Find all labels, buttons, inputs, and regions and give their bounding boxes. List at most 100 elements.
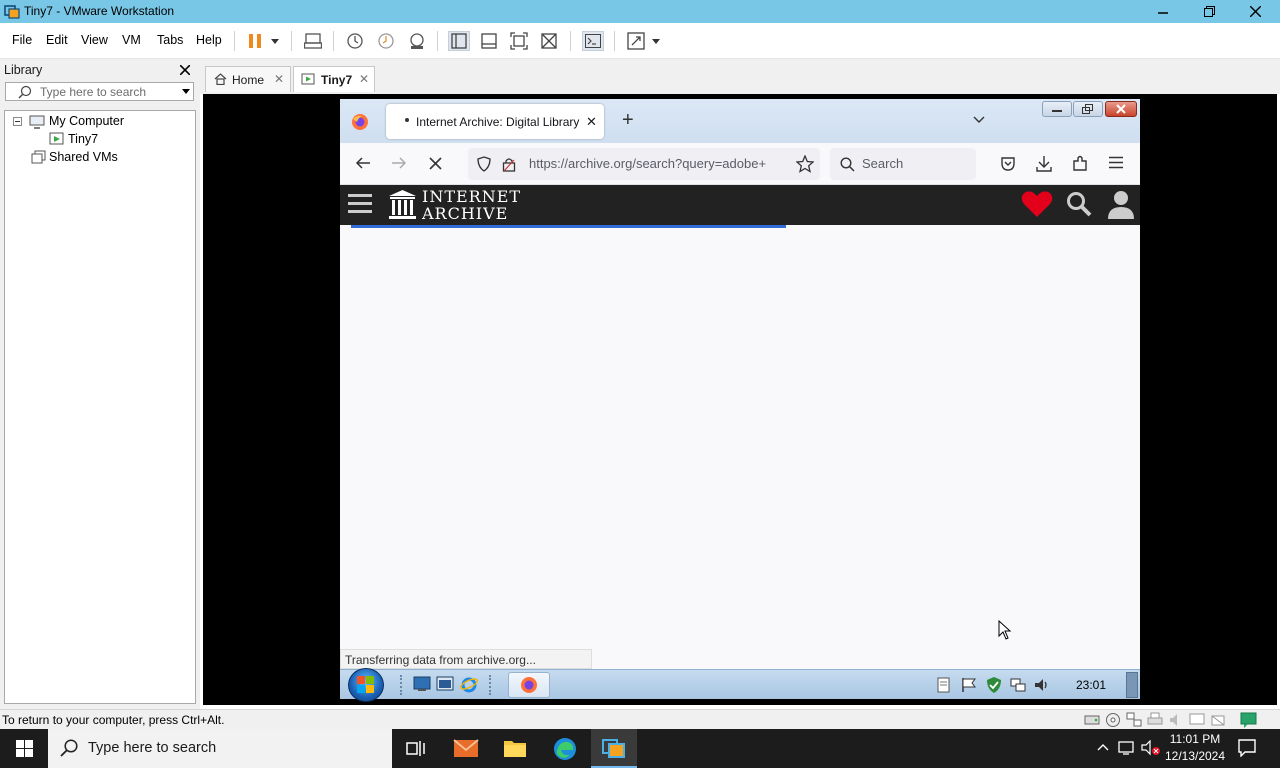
network-adapter-icon[interactable] (1126, 712, 1142, 728)
show-hidden-icons-chevron-icon[interactable] (1097, 743, 1109, 751)
power-dropdown[interactable] (266, 31, 284, 51)
quicklaunch-grip[interactable] (400, 675, 404, 695)
guest-close-button[interactable] (1105, 101, 1137, 117)
full-screen-button[interactable] (508, 31, 530, 51)
printer-icon[interactable] (1147, 712, 1163, 728)
volume-muted-icon[interactable] (1141, 740, 1161, 756)
window-title: Tiny7 - VMware Workstation (24, 4, 175, 18)
mail-app-icon[interactable] (453, 737, 479, 759)
browser-tab-active[interactable]: Internet Archive: Digital Library ✕ (386, 104, 604, 139)
donate-heart-icon[interactable] (1021, 190, 1053, 218)
close-button[interactable] (1232, 0, 1278, 23)
list-all-tabs-icon[interactable] (973, 116, 985, 124)
lock-icon[interactable] (502, 156, 516, 172)
stop-loading-icon[interactable] (429, 157, 442, 170)
pause-button[interactable] (244, 31, 266, 51)
snapshot-manager-icon (410, 33, 424, 49)
collapse-icon[interactable] (13, 117, 22, 126)
tree-item-shared-vms[interactable]: Shared VMs (49, 150, 118, 164)
menu-edit[interactable]: Edit (46, 33, 68, 47)
task-view-icon[interactable] (406, 739, 426, 758)
show-desktop-icon[interactable] (413, 676, 431, 692)
forward-arrow-icon[interactable] (391, 156, 407, 170)
taskbar-firefox-button[interactable] (508, 672, 550, 698)
start-button[interactable] (0, 729, 48, 768)
snapshot-manager-button[interactable] (406, 31, 428, 51)
menu-tabs[interactable]: Tabs (157, 33, 183, 47)
tab-tiny7[interactable]: Tiny7 ✕ (293, 66, 375, 92)
sound-card-icon[interactable] (1168, 712, 1184, 728)
menu-file[interactable]: File (12, 33, 32, 47)
revert-snapshot-button[interactable] (375, 31, 397, 51)
message-log-icon[interactable] (1240, 712, 1258, 728)
back-arrow-icon[interactable] (355, 156, 371, 170)
restore-icon (1203, 6, 1215, 17)
menu-help[interactable]: Help (196, 33, 222, 47)
thumbnail-bar-button[interactable] (478, 31, 500, 51)
minimize-button[interactable] (1140, 0, 1186, 23)
new-tab-icon[interactable]: + (622, 109, 634, 132)
hamburger-menu-icon[interactable] (1109, 156, 1123, 169)
menu-vm[interactable]: VM (122, 33, 141, 47)
tracking-protection-shield-icon[interactable] (477, 156, 491, 172)
tab-close-icon[interactable]: ✕ (586, 114, 597, 130)
host-clock[interactable]: 11:01 PM 12/13/2024 (1162, 732, 1228, 766)
search-icon[interactable] (1066, 191, 1092, 217)
extensions-icon[interactable] (1072, 155, 1088, 172)
guest-restore-button[interactable] (1073, 101, 1103, 117)
display-icon[interactable] (1189, 712, 1205, 728)
security-shield-icon[interactable] (985, 676, 1003, 694)
taskbar-vmware-button[interactable] (591, 729, 637, 768)
url-bar[interactable]: https://archive.org/search?query=adobe+ (468, 148, 820, 180)
console-view-button[interactable] (582, 31, 604, 51)
hard-disk-icon[interactable] (1084, 713, 1100, 727)
library-close-button[interactable] (179, 61, 191, 78)
internet-archive-logo[interactable]: INTERNET ARCHIVE (388, 187, 523, 223)
page-loading-progress-bar (351, 225, 786, 228)
guest-minimize-button[interactable] (1042, 101, 1072, 117)
cd-dvd-icon[interactable] (1105, 712, 1121, 728)
dropdown-arrow-icon[interactable] (182, 89, 190, 94)
firefox-icon[interactable] (351, 113, 369, 131)
host-search-box[interactable]: Type here to search (48, 729, 392, 768)
stretch-dropdown[interactable] (648, 31, 664, 51)
hamburger-menu-icon[interactable] (348, 193, 372, 213)
library-search-input[interactable]: Type here to search (5, 82, 194, 101)
maximize-button[interactable] (1186, 0, 1232, 23)
windows-explorer-icon[interactable] (436, 676, 454, 692)
notifications-icon[interactable] (1238, 739, 1256, 757)
browser-search-bar[interactable]: Search (830, 148, 976, 180)
send-ctrl-alt-del-button[interactable] (302, 31, 324, 51)
bookmark-star-icon[interactable] (796, 155, 814, 173)
guest-screen[interactable]: Internet Archive: Digital Library ✕ + ht… (340, 99, 1140, 702)
network-icon[interactable] (1010, 677, 1026, 693)
internet-explorer-icon[interactable] (460, 675, 478, 693)
usb-device-icon[interactable] (1210, 712, 1226, 728)
pocket-icon[interactable] (1000, 156, 1016, 172)
user-account-icon[interactable] (1107, 189, 1135, 219)
tree-item-tiny7[interactable]: Tiny7 (68, 132, 98, 146)
tab-home-close-icon[interactable]: ✕ (274, 72, 284, 86)
downloads-icon[interactable] (1036, 155, 1052, 172)
volume-icon[interactable] (1034, 677, 1050, 693)
network-status-icon[interactable] (1118, 740, 1136, 756)
show-library-button[interactable] (448, 31, 470, 51)
action-center-doc-icon[interactable] (937, 677, 951, 693)
taskbar-grip[interactable] (489, 675, 493, 695)
search-icon (840, 157, 855, 172)
tab-tiny7-close-icon[interactable]: ✕ (359, 72, 369, 86)
take-snapshot-button[interactable] (344, 31, 366, 51)
windows7-start-button[interactable] (348, 668, 384, 702)
tab-home[interactable]: Home ✕ (205, 66, 291, 92)
guest-clock[interactable]: 23:01 (1076, 678, 1106, 692)
unity-button[interactable] (538, 31, 560, 51)
edge-browser-icon[interactable] (553, 737, 577, 761)
menu-view[interactable]: View (81, 33, 108, 47)
minimize-icon (1052, 110, 1062, 112)
browser-tab-strip: Internet Archive: Digital Library ✕ + (340, 99, 1140, 143)
action-center-flag-icon[interactable] (961, 677, 977, 693)
tree-item-my-computer[interactable]: My Computer (49, 114, 124, 128)
file-explorer-icon[interactable] (503, 738, 527, 758)
stretch-guest-button[interactable] (625, 31, 647, 51)
show-desktop-button[interactable] (1126, 672, 1138, 698)
